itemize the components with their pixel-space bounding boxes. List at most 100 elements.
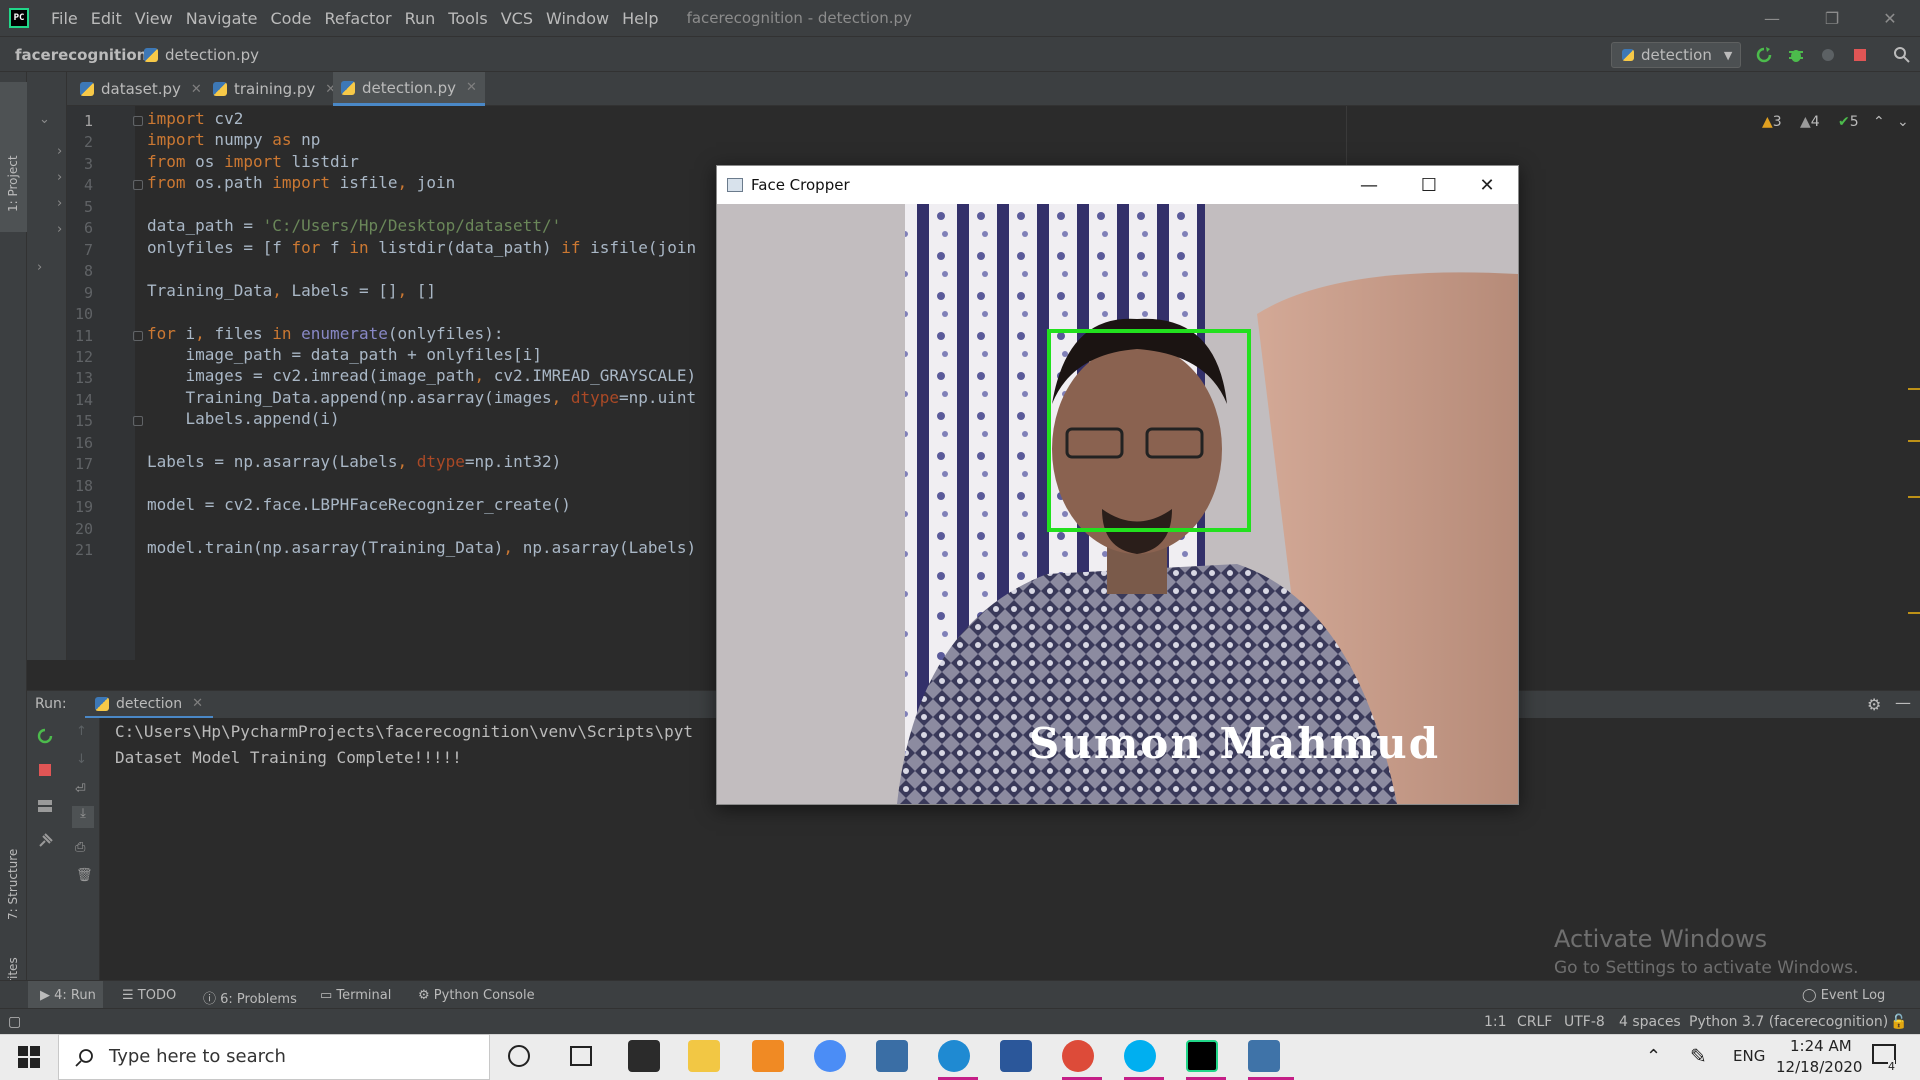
face-cropper-titlebar[interactable]: Face Cropper — ☐ ✕ — [717, 166, 1518, 204]
inspection-errors[interactable]: ▲3 — [1762, 114, 1782, 130]
status-encoding[interactable]: UTF-8 — [1564, 1014, 1605, 1030]
menu-help[interactable]: Help — [622, 9, 658, 28]
close-icon[interactable]: ✕ — [192, 696, 203, 711]
tab-training[interactable]: training.py ✕ — [205, 72, 344, 106]
lock-icon[interactable]: 🔓 — [1890, 1014, 1907, 1030]
status-interpreter[interactable]: Python 3.7 (facerecognition) — [1689, 1014, 1888, 1030]
menu-edit[interactable]: Edit — [91, 9, 122, 28]
arrow-down-icon[interactable]: ↓ — [76, 752, 87, 767]
status-indent[interactable]: 4 spaces — [1619, 1014, 1681, 1030]
menu-window[interactable]: Window — [546, 9, 609, 28]
bottom-tab-run[interactable]: ▶ 4: Run — [40, 988, 96, 1003]
task-view-icon[interactable] — [570, 1046, 592, 1066]
app-icon[interactable] — [752, 1040, 784, 1072]
inspection-ok[interactable]: ✔5 — [1838, 114, 1859, 130]
search-icon[interactable] — [1893, 46, 1911, 64]
minimize-button[interactable]: — — [1339, 166, 1399, 204]
stop-icon[interactable] — [37, 762, 53, 778]
error-stripe-mark[interactable] — [1908, 388, 1920, 390]
fold-marker-icon[interactable] — [133, 116, 143, 126]
event-log-button[interactable]: ◯ Event Log — [1802, 988, 1885, 1003]
tree-expand-icon[interactable]: › — [57, 170, 62, 185]
arrow-up-icon[interactable]: ↑ — [76, 724, 87, 739]
rerun-icon[interactable] — [1755, 46, 1773, 64]
language-indicator[interactable]: ENG — [1733, 1047, 1765, 1065]
fold-marker-icon[interactable] — [133, 416, 143, 427]
scroll-to-end-icon[interactable]: ⤓ — [72, 806, 94, 828]
rerun-icon[interactable] — [37, 728, 53, 744]
breadcrumb-file[interactable]: detection.py — [144, 46, 259, 64]
status-line-separator[interactable]: CRLF — [1517, 1014, 1552, 1030]
tree-expand-icon[interactable]: › — [37, 260, 42, 275]
face-cropper-window[interactable]: Face Cropper — ☐ ✕ Sumon Mahmud — [716, 165, 1519, 805]
fold-marker-icon[interactable] — [133, 180, 143, 191]
app-icon[interactable] — [876, 1040, 908, 1072]
menu-code[interactable]: Code — [271, 9, 312, 28]
fold-marker-icon[interactable] — [133, 330, 143, 341]
edge-icon[interactable] — [938, 1040, 970, 1072]
breadcrumb-project[interactable]: facerecognition — [15, 46, 147, 64]
clock-date[interactable]: 12/18/2020 — [1776, 1058, 1862, 1076]
debug-bug-icon[interactable] — [1787, 46, 1805, 64]
structure-tool-button[interactable]: 7: Structure — [6, 849, 20, 920]
tree-expand-icon[interactable]: › — [57, 222, 62, 237]
tree-chevron-icon[interactable]: ⌄ — [39, 112, 50, 127]
word-icon[interactable] — [1000, 1040, 1032, 1072]
layout-icon[interactable] — [37, 798, 53, 814]
menu-view[interactable]: View — [135, 9, 173, 28]
bottom-tab-problems[interactable]: ⓘ 6: Problems — [203, 988, 297, 1007]
cortana-icon[interactable] — [508, 1045, 530, 1067]
windows-start-icon[interactable] — [18, 1046, 40, 1068]
error-stripe-mark[interactable] — [1908, 496, 1920, 498]
pycharm-taskbar-icon[interactable] — [1186, 1040, 1218, 1072]
tab-dataset[interactable]: dataset.py ✕ — [72, 72, 210, 106]
gear-icon[interactable]: ⚙ — [1867, 695, 1881, 714]
coverage-icon[interactable] — [1819, 46, 1837, 64]
menu-tools[interactable]: Tools — [448, 9, 487, 28]
menu-vcs[interactable]: VCS — [501, 9, 533, 28]
bottom-tab-python-console[interactable]: ⚙ Python Console — [418, 988, 535, 1003]
minimize-button[interactable]: — — [1742, 0, 1802, 36]
close-icon[interactable]: ✕ — [191, 82, 202, 97]
bottom-tab-terminal[interactable]: ▭ Terminal — [320, 988, 391, 1003]
hide-panel-icon[interactable]: — — [1895, 693, 1911, 712]
chevron-up-icon[interactable]: ⌃ — [1646, 1046, 1661, 1067]
python-taskbar-icon[interactable] — [1248, 1040, 1280, 1072]
close-button[interactable]: ✕ — [1457, 166, 1517, 204]
menu-navigate[interactable]: Navigate — [186, 9, 258, 28]
store-app-icon[interactable] — [628, 1040, 660, 1072]
chevron-down-icon[interactable]: ⌄ — [1897, 114, 1909, 130]
pin-icon[interactable] — [37, 833, 53, 849]
error-stripe-mark[interactable] — [1908, 440, 1920, 442]
tool-windows-icon[interactable]: ▢ — [8, 1014, 21, 1030]
restore-button[interactable]: ❐ — [1802, 0, 1862, 36]
menu-file[interactable]: File — [51, 9, 78, 28]
taskbar-search-box[interactable]: Type here to search — [58, 1034, 490, 1080]
soft-wrap-icon[interactable]: ⏎ — [75, 782, 86, 797]
error-stripe-mark[interactable] — [1908, 612, 1920, 614]
status-position[interactable]: 1:1 — [1484, 1014, 1507, 1030]
project-tool-button[interactable]: 1: Project — [6, 155, 20, 212]
stop-icon[interactable] — [1851, 46, 1869, 64]
trash-icon[interactable]: 🗑 — [76, 868, 93, 883]
close-button[interactable]: ✕ — [1860, 0, 1920, 36]
inspection-warnings[interactable]: ▲4 — [1800, 114, 1820, 130]
chrome-icon[interactable] — [1062, 1040, 1094, 1072]
bottom-tab-todo[interactable]: ☰ TODO — [122, 988, 176, 1003]
browser-icon[interactable] — [814, 1040, 846, 1072]
menu-run[interactable]: Run — [405, 9, 436, 28]
clock-time[interactable]: 1:24 AM — [1790, 1037, 1852, 1055]
pen-icon[interactable]: ✎ — [1690, 1044, 1707, 1068]
menu-refactor[interactable]: Refactor — [324, 9, 391, 28]
run-tab-detection[interactable]: detection ✕ — [85, 691, 214, 719]
skype-icon[interactable] — [1124, 1040, 1156, 1072]
tree-expand-icon[interactable]: › — [57, 196, 62, 211]
tab-detection[interactable]: detection.py ✕ — [333, 72, 485, 106]
tree-expand-icon[interactable]: › — [57, 144, 62, 159]
close-icon[interactable]: ✕ — [466, 80, 477, 95]
maximize-button[interactable]: ☐ — [1399, 166, 1459, 204]
print-icon[interactable]: ⎙ — [75, 840, 85, 855]
file-explorer-icon[interactable] — [688, 1040, 720, 1072]
run-config-dropdown[interactable]: detection ▼ — [1611, 42, 1741, 68]
chevron-up-icon[interactable]: ⌃ — [1873, 114, 1885, 130]
